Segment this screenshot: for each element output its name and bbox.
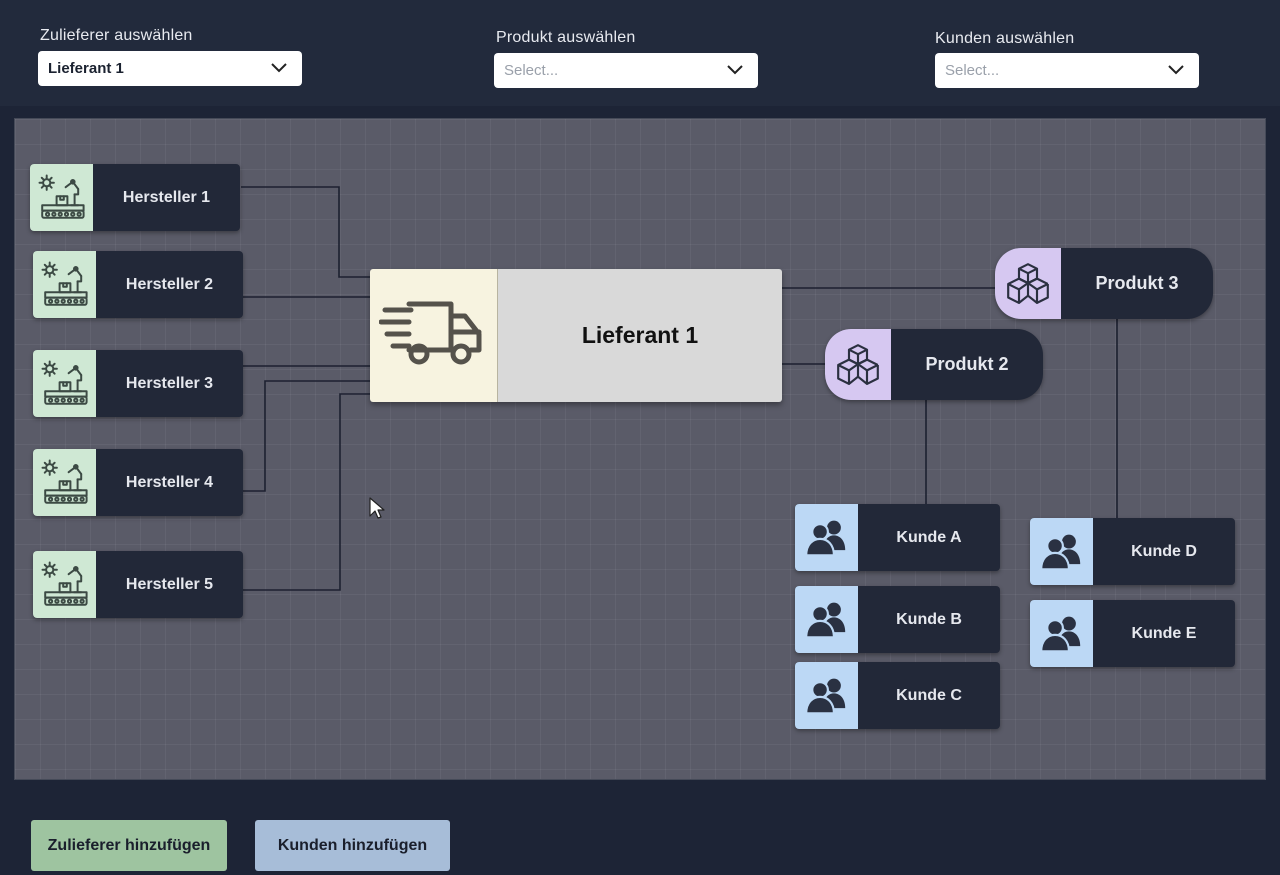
product-select[interactable]: Select... (494, 53, 758, 88)
manufacturer-node[interactable]: Hersteller 3 (33, 350, 243, 417)
supplier-select[interactable]: Lieferant 1 (38, 51, 302, 86)
factory-robot-icon (33, 350, 96, 417)
product-filter-label: Produkt auswählen (496, 29, 636, 46)
supplier-node[interactable]: Lieferant 1 (370, 269, 782, 402)
customer-node[interactable]: Kunde D (1030, 518, 1235, 585)
users-icon (1030, 600, 1093, 667)
product-node[interactable]: Produkt 3 (995, 248, 1213, 319)
supplier-label: Lieferant 1 (498, 269, 782, 402)
filter-bar: Zulieferer auswählen Lieferant 1 Produkt… (0, 0, 1280, 106)
mouse-cursor-icon (369, 497, 385, 519)
supplier-filter-label: Zulieferer auswählen (40, 27, 193, 44)
manufacturer-label: Hersteller 4 (125, 473, 214, 491)
manufacturer-node[interactable]: Hersteller 5 (33, 551, 243, 618)
add-customer-button[interactable]: Kunden hinzufügen (255, 820, 450, 871)
chevron-down-icon (1168, 65, 1184, 75)
factory-robot-icon (33, 449, 96, 516)
product-label: Produkt 2 (925, 354, 1009, 374)
manufacturer-node[interactable]: Hersteller 4 (33, 449, 243, 516)
customer-label: Kunde E (1131, 624, 1197, 642)
factory-robot-icon (33, 551, 96, 618)
users-icon (795, 586, 858, 653)
manufacturer-node[interactable]: Hersteller 1 (30, 164, 240, 231)
users-icon (795, 662, 858, 729)
boxes-icon (825, 329, 891, 400)
customer-label: Kunde D (1131, 542, 1197, 560)
delivery-truck-icon (370, 269, 498, 402)
customer-select[interactable]: Select... (935, 53, 1199, 88)
factory-robot-icon (33, 251, 96, 318)
supplier-select-value: Lieferant 1 (48, 60, 124, 77)
customer-node[interactable]: Kunde C (795, 662, 1000, 729)
manufacturer-label: Hersteller 1 (122, 188, 211, 206)
customer-node[interactable]: Kunde B (795, 586, 1000, 653)
customer-node[interactable]: Kunde E (1030, 600, 1235, 667)
chevron-down-icon (727, 65, 743, 75)
product-select-placeholder: Select... (504, 62, 559, 79)
customer-label: Kunde C (896, 686, 962, 704)
users-icon (1030, 518, 1093, 585)
add-supplier-button[interactable]: Zulieferer hinzufügen (31, 820, 227, 871)
users-icon (795, 504, 858, 571)
chevron-down-icon (271, 63, 287, 73)
manufacturer-label: Hersteller 5 (125, 575, 214, 593)
manufacturer-node[interactable]: Hersteller 2 (33, 251, 243, 318)
customer-label: Kunde B (896, 610, 962, 628)
customer-select-placeholder: Select... (945, 62, 1000, 79)
customer-node[interactable]: Kunde A (795, 504, 1000, 571)
product-node[interactable]: Produkt 2 (825, 329, 1043, 400)
customer-filter-label: Kunden auswählen (935, 30, 1075, 47)
boxes-icon (995, 248, 1061, 319)
factory-robot-icon (30, 164, 93, 231)
customer-label: Kunde A (896, 528, 962, 546)
manufacturer-label: Hersteller 2 (125, 275, 214, 293)
product-label: Produkt 3 (1095, 273, 1179, 293)
manufacturer-label: Hersteller 3 (125, 374, 214, 392)
